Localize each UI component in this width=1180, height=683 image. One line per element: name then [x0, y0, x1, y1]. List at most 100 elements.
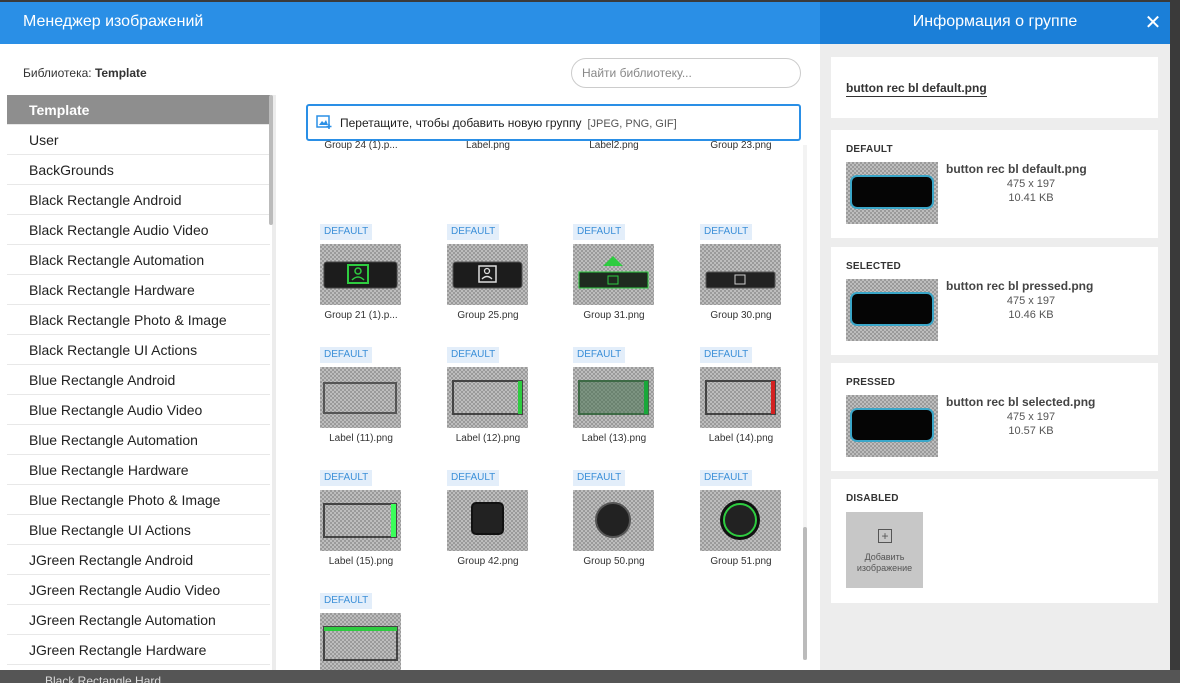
thumbnail-name: Group 42.png — [457, 556, 519, 567]
image-thumbnail[interactable] — [700, 244, 781, 305]
add-group-dropzone[interactable]: Перетащите, чтобы добавить новую группу [… — [306, 104, 801, 141]
group-info-title: Информация о группе — [912, 13, 1078, 30]
image-cell: DEFAULT Group 25.png — [433, 224, 543, 329]
backdrop-text: Black Rectangle Hard — [45, 674, 162, 683]
state-size: 10.41 KB — [1008, 192, 1054, 204]
image-cell: DEFAULT Label (12).png — [433, 347, 543, 452]
default-badge: DEFAULT — [447, 347, 500, 363]
library-item[interactable]: BackGrounds — [7, 155, 270, 185]
library-item[interactable]: User — [7, 125, 270, 155]
plus-square-icon: + — [878, 529, 892, 543]
state-title: PRESSED — [846, 377, 896, 388]
thumbnail-name: Group 24 (1).p... — [324, 140, 398, 151]
thumbnail-name: Group 23.png — [710, 140, 772, 151]
library-item[interactable]: Blue Rectangle Audio Video — [7, 395, 270, 425]
image-thumbnail[interactable] — [573, 244, 654, 305]
library-list: Template User BackGrounds Black Rectangle A… — [7, 95, 270, 670]
group-info-panel: button rec bl default.png DEFAULT button… — [820, 44, 1170, 670]
thumbnail-name: Group 50.png — [583, 556, 645, 567]
default-badge: DEFAULT — [320, 593, 373, 609]
state-card-pressed: PRESSED button rec bl selected.png 475 x… — [831, 363, 1158, 471]
titlebar: Менеджер изображений Информация о группе… — [0, 2, 1170, 44]
library-item[interactable]: Black Rectangle Photo & Image — [7, 305, 270, 335]
library-item[interactable]: JGreen Rectangle Android — [7, 545, 270, 575]
state-size: 10.46 KB — [1008, 309, 1054, 321]
library-item[interactable]: Black Rectangle Hardware — [7, 275, 270, 305]
image-thumbnail[interactable] — [573, 367, 654, 428]
library-item[interactable]: Blue Rectangle Hardware — [7, 455, 270, 485]
grid-scrollbar[interactable] — [803, 527, 807, 660]
image-manager-dialog: Менеджер изображений Информация о группе… — [0, 2, 1170, 670]
image-cell: DEFAULT Group 21 (1).p... — [306, 224, 416, 329]
library-item[interactable]: Blue Rectangle Photo & Image — [7, 485, 270, 515]
image-thumbnail[interactable] — [447, 367, 528, 428]
thumbnail-name: Label (11).png — [329, 433, 393, 444]
state-file: button rec bl pressed.png — [946, 279, 1094, 293]
default-badge: DEFAULT — [447, 224, 500, 240]
image-thumbnail[interactable] — [700, 490, 781, 551]
thumbnail-name: Label2.png — [589, 140, 639, 151]
library-current: Template — [94, 66, 147, 80]
thumbnail-name: Group 31.png — [583, 310, 645, 321]
library-item[interactable]: Black Rectangle Android — [7, 185, 270, 215]
state-thumbnail[interactable] — [846, 162, 938, 224]
image-cell: DEFAULT Label (13).png — [559, 347, 669, 452]
image-cell: DEFAULT Group 30.png — [686, 224, 796, 329]
library-item[interactable]: JGreen Rectangle Automation — [7, 605, 270, 635]
thumbnail-name: Label (15).png — [328, 556, 394, 567]
default-badge: DEFAULT — [320, 470, 373, 486]
image-cell: DEFAULT Group 51.png — [686, 470, 796, 575]
state-title: DEFAULT — [846, 144, 893, 155]
library-item[interactable]: Blue Rectangle Automation — [7, 425, 270, 455]
image-cell: DEFAULT Group 42.png — [433, 470, 543, 575]
thumbnail-name: Label.png — [466, 140, 510, 151]
state-size: 10.57 KB — [1008, 425, 1054, 437]
library-item[interactable]: JGreen Rectangle Hardware — [7, 635, 270, 665]
close-icon[interactable]: ✕ — [1140, 10, 1166, 36]
image-thumbnail[interactable] — [320, 490, 401, 551]
default-badge: DEFAULT — [573, 347, 626, 363]
library-item[interactable]: Black Rectangle UI Actions — [7, 335, 270, 365]
default-badge: DEFAULT — [320, 224, 373, 240]
default-badge: DEFAULT — [573, 224, 626, 240]
dialog-title: Менеджер изображений — [23, 13, 204, 30]
image-cell: DEFAULT Label (15).png — [306, 470, 416, 575]
image-thumbnail[interactable] — [320, 367, 401, 428]
library-item[interactable]: Blue Rectangle UI Actions — [7, 515, 270, 545]
add-image-label: Добавить изображение — [856, 552, 913, 573]
library-item[interactable]: Black Rectangle Audio Video — [7, 215, 270, 245]
button-preview — [850, 292, 934, 326]
image-thumbnail[interactable] — [320, 613, 401, 670]
library-item[interactable]: JGreen Rectangle Audio Video — [7, 575, 270, 605]
library-search-input[interactable] — [571, 58, 801, 88]
image-thumbnail[interactable] — [320, 244, 401, 305]
library-item[interactable]: Black Rectangle Automation — [7, 245, 270, 275]
thumbnail-name: Label (13).png — [581, 433, 647, 444]
library-label: Библиотека: Template — [23, 66, 147, 80]
add-image-button[interactable]: + Добавить изображение — [846, 512, 923, 588]
default-badge: DEFAULT — [700, 224, 753, 240]
image-thumbnail[interactable] — [700, 367, 781, 428]
titlebar-right: Информация о группе ✕ — [820, 2, 1170, 44]
thumbnail-name: Group 25.png — [457, 310, 519, 321]
image-thumbnail[interactable] — [573, 490, 654, 551]
image-thumbnail[interactable] — [447, 244, 528, 305]
titlebar-left: Менеджер изображений — [0, 2, 820, 44]
default-badge: DEFAULT — [447, 470, 500, 486]
thumbnail-name: Group 51.png — [710, 556, 772, 567]
state-thumbnail[interactable] — [846, 395, 938, 457]
dropzone-text: Перетащите, чтобы добавить новую группу — [340, 116, 582, 130]
library-item[interactable]: Template — [7, 95, 270, 125]
state-thumbnail[interactable] — [846, 279, 938, 341]
library-scrollbar[interactable] — [269, 95, 273, 225]
library-item[interactable]: Blue Rectangle Android — [7, 365, 270, 395]
thumbnail-name: Label (14).png — [708, 433, 774, 444]
image-cell: DEFAULT Label (14).png — [686, 347, 796, 452]
default-badge: DEFAULT — [320, 347, 373, 363]
thumbnail-name: Group 30.png — [710, 310, 772, 321]
image-thumbnail[interactable] — [447, 490, 528, 551]
group-file-card: button rec bl default.png — [831, 57, 1158, 118]
thumbnail-name: Group 21 (1).p... — [324, 310, 398, 321]
group-file-name[interactable]: button rec bl default.png — [846, 81, 987, 97]
state-card-selected: SELECTED button rec bl pressed.png 475 x… — [831, 247, 1158, 355]
